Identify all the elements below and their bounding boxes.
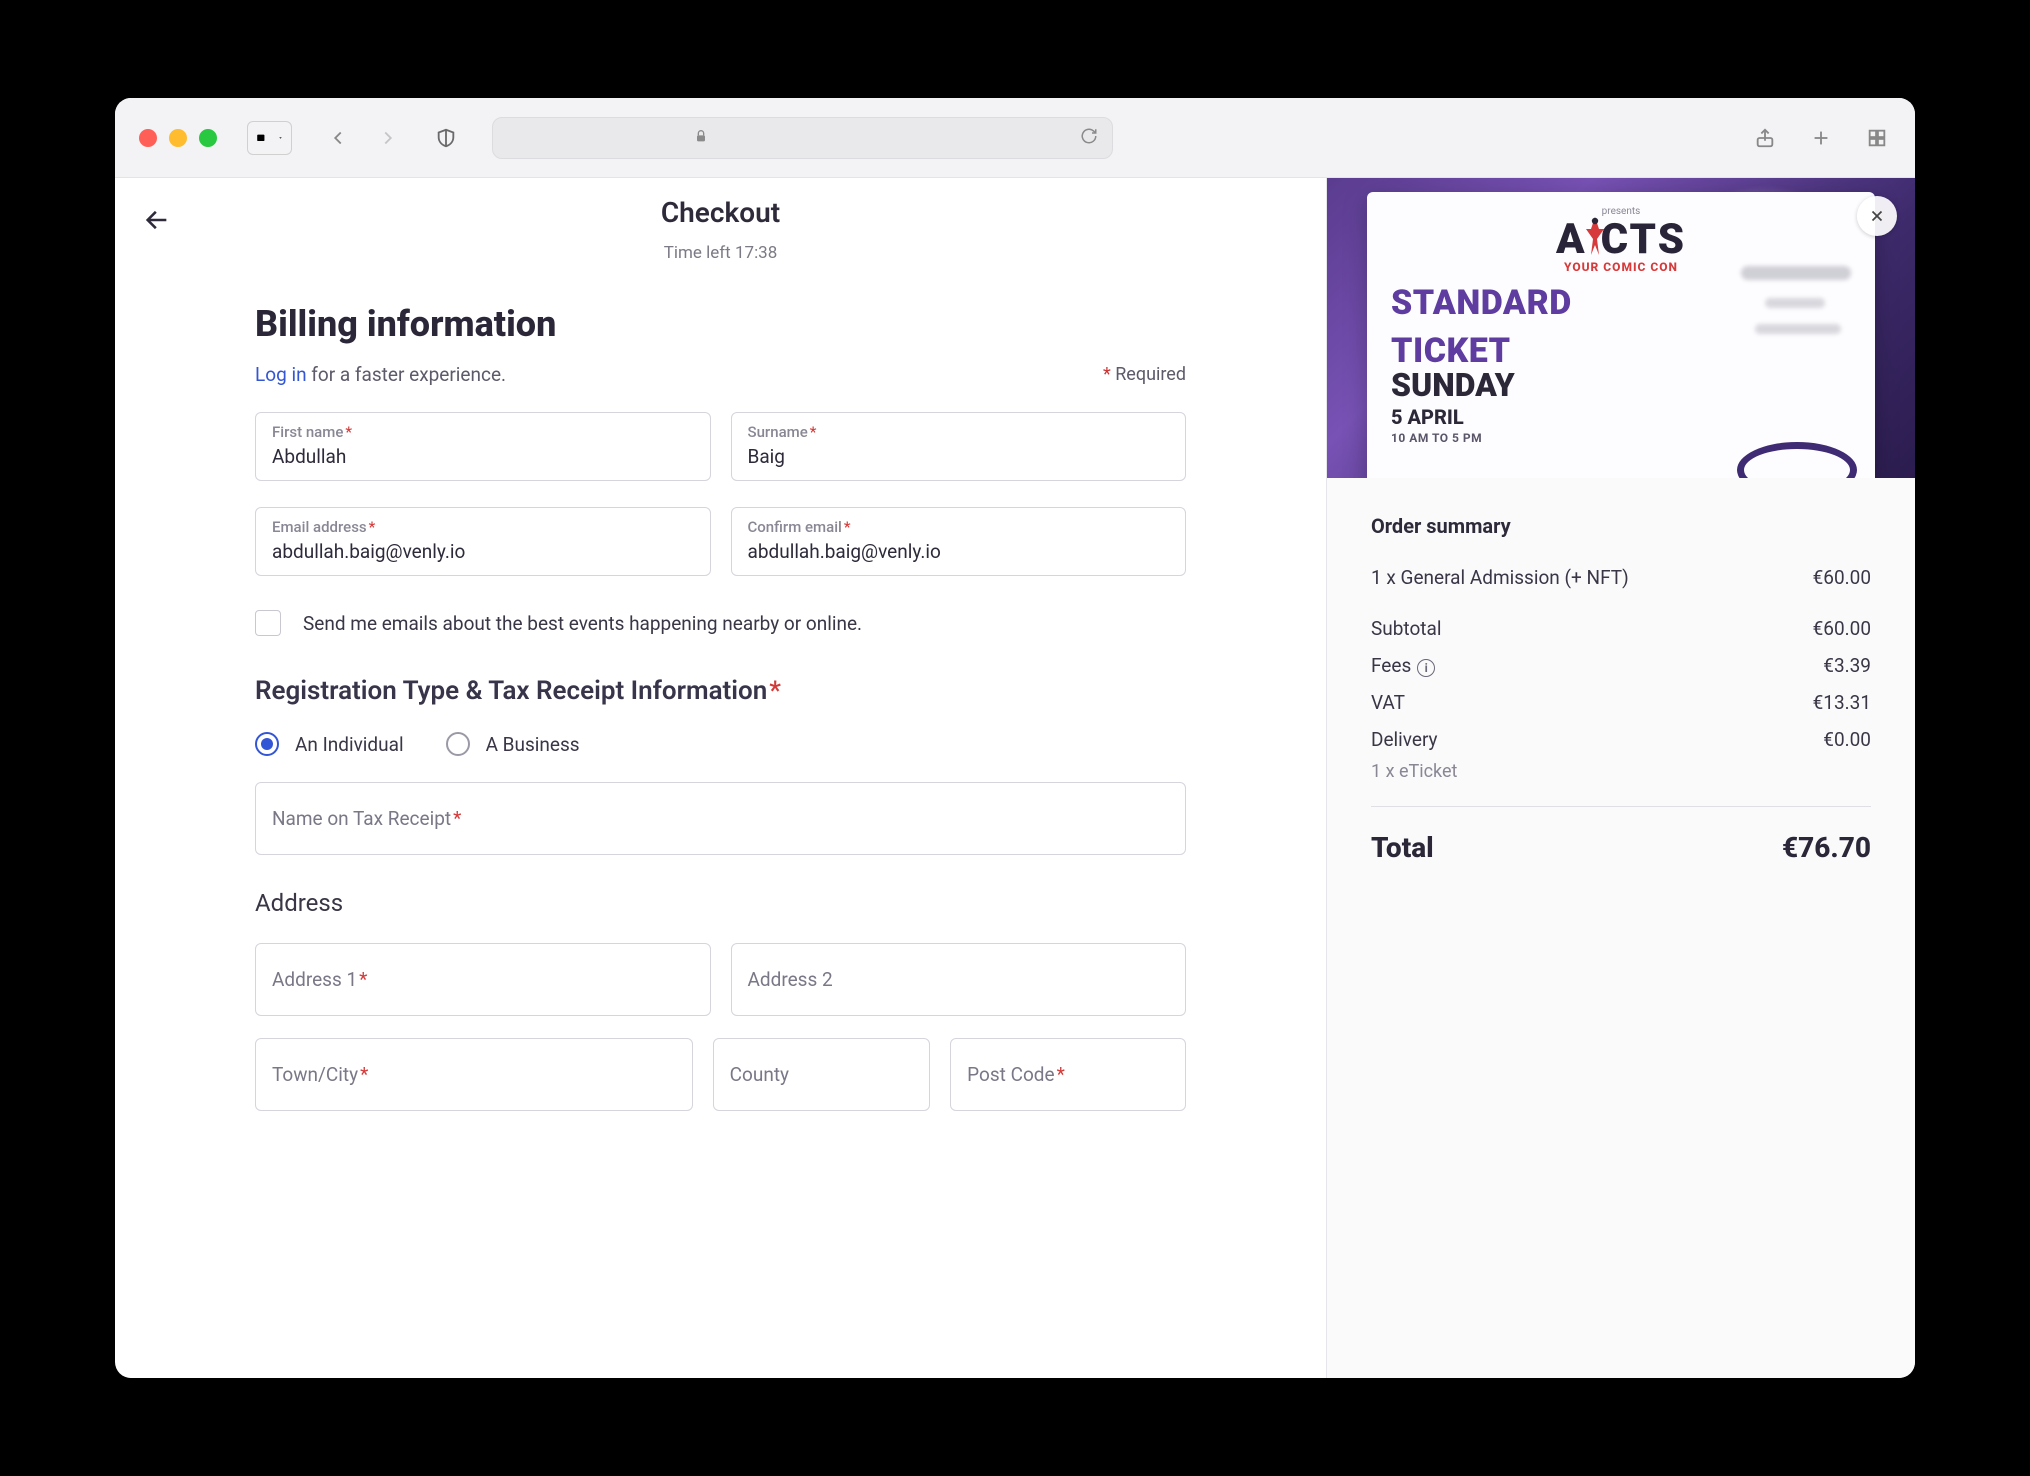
billing-heading: Billing information <box>255 303 1186 345</box>
postcode-field[interactable]: Post Code* <box>950 1038 1186 1111</box>
login-link[interactable]: Log in <box>255 363 307 386</box>
total-value: €76.70 <box>1782 831 1871 864</box>
radio-individual[interactable] <box>255 732 279 756</box>
surname-value[interactable]: Baig <box>748 445 1170 468</box>
registration-type: An Individual A Business <box>255 732 1186 756</box>
reload-icon[interactable] <box>1080 127 1098 149</box>
banner-blur <box>1755 324 1841 334</box>
order-sidebar: presents A CTS YOUR COMIC CON STANDARD T… <box>1327 178 1915 1378</box>
summary-item-label: 1 x General Admission (+ NFT) <box>1371 566 1629 589</box>
maximize-window[interactable] <box>199 129 217 147</box>
radio-business[interactable] <box>446 732 470 756</box>
tax-receipt-field[interactable]: Name on Tax Receipt* <box>255 782 1186 855</box>
info-icon[interactable]: i <box>1417 659 1435 677</box>
login-suffix: for a faster experience. <box>307 363 506 386</box>
acts-logo: A CTS <box>1556 215 1686 264</box>
share-icon[interactable] <box>1751 124 1779 152</box>
address-bar[interactable] <box>492 117 1113 159</box>
required-label: * Required <box>1103 364 1186 385</box>
optin-row: Send me emails about the best events hap… <box>255 610 1186 636</box>
time-left: Time left 17:38 <box>115 243 1326 263</box>
confirm-email-field[interactable]: Confirm email* abdullah.baig@venly.io <box>731 507 1187 576</box>
fees-value: €3.39 <box>1823 654 1871 677</box>
first-name-label: First name <box>272 423 343 441</box>
banner-blur <box>1741 266 1851 280</box>
county-field[interactable]: County <box>713 1038 930 1111</box>
email-value[interactable]: abdullah.baig@venly.io <box>272 540 694 563</box>
delivery-label: Delivery <box>1371 728 1438 751</box>
subtotal-label: Subtotal <box>1371 617 1441 640</box>
address2-field[interactable]: Address 2 <box>731 943 1187 1016</box>
order-summary: Order summary 1 x General Admission (+ N… <box>1327 478 1915 900</box>
back-button[interactable] <box>143 206 171 234</box>
browser-toolbar <box>115 98 1915 178</box>
optin-label: Send me emails about the best events hap… <box>303 612 862 635</box>
page-title: Checkout <box>115 196 1326 229</box>
vat-value: €13.31 <box>1813 691 1871 714</box>
new-tab-icon[interactable] <box>1807 124 1835 152</box>
close-window[interactable] <box>139 129 157 147</box>
first-name-value[interactable]: Abdullah <box>272 445 694 468</box>
confirm-email-label: Confirm email <box>748 518 842 536</box>
privacy-shield-icon[interactable] <box>432 124 460 152</box>
page-content: Checkout Time left 17:38 Billing informa… <box>115 178 1915 1378</box>
address-heading: Address <box>255 889 1186 917</box>
radio-individual-label: An Individual <box>295 733 404 756</box>
delivery-value: €0.00 <box>1823 728 1871 751</box>
banner-blur <box>1765 298 1825 308</box>
total-label: Total <box>1371 831 1434 864</box>
forward-icon[interactable] <box>374 124 402 152</box>
email-label: Email address <box>272 518 367 536</box>
summary-divider <box>1371 806 1871 807</box>
fees-label: Fees <box>1371 654 1411 677</box>
first-name-field[interactable]: First name* Abdullah <box>255 412 711 481</box>
nav-arrows <box>324 124 402 152</box>
window-controls <box>139 129 217 147</box>
surname-label: Surname <box>748 423 808 441</box>
subtotal-value: €60.00 <box>1813 617 1871 640</box>
delivery-sub: 1 x eTicket <box>1371 761 1457 782</box>
summary-title: Order summary <box>1371 514 1871 538</box>
address1-field[interactable]: Address 1* <box>255 943 711 1016</box>
registration-heading: Registration Type & Tax Receipt Informat… <box>255 676 1186 706</box>
surname-field[interactable]: Surname* Baig <box>731 412 1187 481</box>
browser-window: Checkout Time left 17:38 Billing informa… <box>115 98 1915 1378</box>
ticket-date: 5 APRIL <box>1391 405 1851 429</box>
vat-label: VAT <box>1371 691 1405 714</box>
event-banner: presents A CTS YOUR COMIC CON STANDARD T… <box>1327 178 1915 478</box>
confirm-email-value[interactable]: abdullah.baig@venly.io <box>748 540 1170 563</box>
ticket-day: SUNDAY <box>1391 369 1851 403</box>
tax-receipt-placeholder: Name on Tax Receipt <box>272 807 451 830</box>
form-area: Billing information Log in for a faster … <box>115 275 1326 1151</box>
email-field[interactable]: Email address* abdullah.baig@venly.io <box>255 507 711 576</box>
main-panel: Checkout Time left 17:38 Billing informa… <box>115 178 1327 1378</box>
ticket-line2: TICKET <box>1391 334 1851 370</box>
sidebar-toggle[interactable] <box>247 121 292 155</box>
town-field[interactable]: Town/City* <box>255 1038 693 1111</box>
banner-decoration <box>1737 442 1857 478</box>
tab-overview-icon[interactable] <box>1863 124 1891 152</box>
summary-item-price: €60.00 <box>1813 566 1871 589</box>
radio-business-label: A Business <box>486 733 580 756</box>
lock-icon <box>693 128 709 148</box>
close-button[interactable] <box>1857 196 1897 236</box>
page-header: Checkout Time left 17:38 <box>115 178 1326 275</box>
ticket-card: presents A CTS YOUR COMIC CON STANDARD T… <box>1367 192 1875 478</box>
minimize-window[interactable] <box>169 129 187 147</box>
back-icon[interactable] <box>324 124 352 152</box>
login-line: Log in for a faster experience. * Requir… <box>255 363 1186 386</box>
optin-checkbox[interactable] <box>255 610 281 636</box>
toolbar-right <box>1751 124 1891 152</box>
